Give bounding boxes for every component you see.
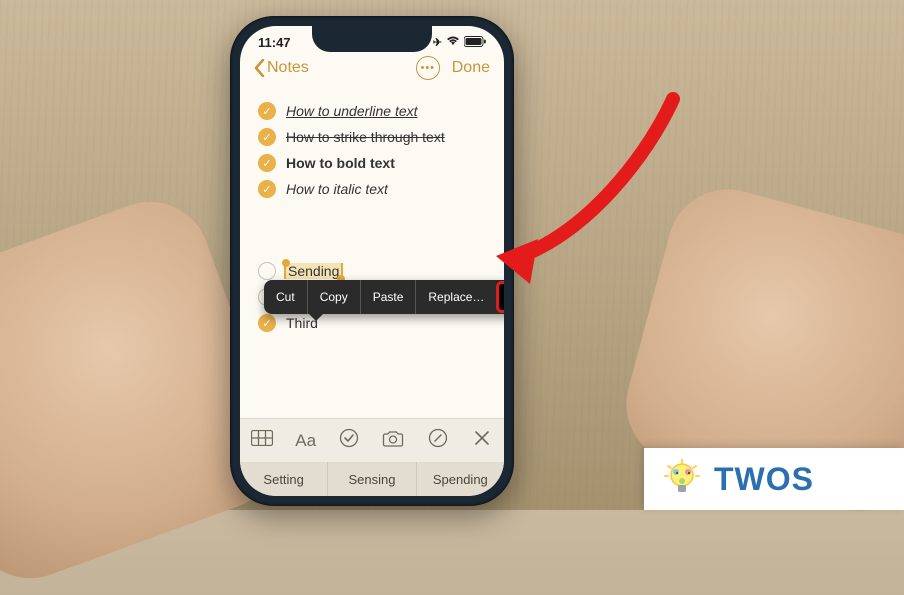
battery-icon xyxy=(464,36,486,50)
phone-frame: 11:47 ✈︎ Notes ••• Done xyxy=(230,16,514,506)
checkbox-checked-icon[interactable]: ✓ xyxy=(258,180,276,198)
item-text: How to underline text xyxy=(286,103,418,119)
text-format-button[interactable]: Aa xyxy=(295,431,316,451)
table-icon[interactable] xyxy=(251,430,273,451)
checklist-item[interactable]: ✓ How to strike through text xyxy=(258,124,486,150)
menu-caret-icon xyxy=(308,313,324,321)
suggestion[interactable]: Sensing xyxy=(328,462,416,496)
checkbox-checked-icon[interactable]: ✓ xyxy=(258,102,276,120)
phone-screen: 11:47 ✈︎ Notes ••• Done xyxy=(240,26,504,496)
menu-cut[interactable]: Cut xyxy=(264,280,308,314)
quicktype-bar: Setting Sensing Spending xyxy=(240,462,504,496)
menu-copy[interactable]: Copy xyxy=(308,280,361,314)
checkbox-empty-icon[interactable] xyxy=(258,262,276,280)
close-keyboard-icon[interactable] xyxy=(471,430,493,451)
checklist-icon[interactable] xyxy=(338,428,360,453)
checkbox-checked-icon[interactable]: ✓ xyxy=(258,314,276,332)
markup-icon[interactable] xyxy=(427,428,449,453)
camera-icon[interactable] xyxy=(382,430,404,452)
status-time: 11:47 xyxy=(258,35,291,50)
item-text: How to strike through text xyxy=(286,129,445,145)
wifi-icon xyxy=(446,36,460,49)
suggestion[interactable]: Setting xyxy=(240,462,328,496)
nav-bar: Notes ••• Done xyxy=(240,50,504,90)
suggestion[interactable]: Spending xyxy=(417,462,504,496)
keyboard-toolbar: Aa xyxy=(240,418,504,462)
checkbox-checked-icon[interactable]: ✓ xyxy=(258,128,276,146)
item-text: Sending xyxy=(288,263,339,279)
item-text: How to italic text xyxy=(286,181,388,197)
brand-badge: TWOS xyxy=(644,448,904,510)
menu-paste[interactable]: Paste xyxy=(361,280,417,314)
checklist-item[interactable]: ✓ How to italic text xyxy=(258,176,486,202)
brand-name: TWOS xyxy=(714,461,814,498)
status-indicators: ✈︎ xyxy=(433,36,486,50)
ellipsis-icon: ••• xyxy=(420,62,435,74)
item-text: How to bold text xyxy=(286,155,395,171)
annotation-arrow-icon xyxy=(478,84,698,304)
notch xyxy=(312,26,432,52)
checklist-item[interactable]: ✓ How to underline text xyxy=(258,98,486,124)
checkbox-checked-icon[interactable]: ✓ xyxy=(258,154,276,172)
done-button[interactable]: Done xyxy=(452,59,490,77)
lightbulb-icon xyxy=(662,459,702,499)
back-label: Notes xyxy=(267,59,309,77)
edit-context-menu: Cut Copy Paste Replace… xyxy=(264,280,504,314)
selected-text[interactable]: Sending xyxy=(286,263,341,279)
airplane-icon: ✈︎ xyxy=(433,36,442,49)
checklist-item[interactable]: ✓ How to bold text xyxy=(258,150,486,176)
chevron-left-icon xyxy=(254,59,265,77)
back-button[interactable]: Notes xyxy=(254,59,309,77)
more-button[interactable]: ••• xyxy=(416,56,440,80)
